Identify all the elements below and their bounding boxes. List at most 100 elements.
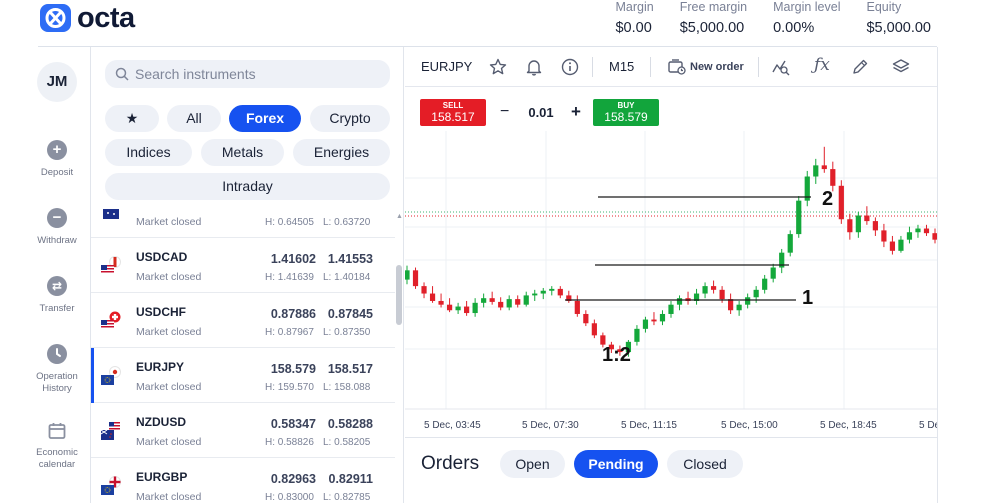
transfer-icon: ⇄ [47,276,67,296]
candle-body [736,304,742,311]
instrument-ask: 0.87845 [327,307,373,321]
chart-symbol[interactable]: EURJPY [421,59,472,74]
candle-body [762,278,768,290]
list-scrollbar[interactable] [396,265,402,325]
flag-usd-chf-icon [101,311,121,330]
octa-logo-icon [40,4,71,32]
orders-panel: Orders Open Pending Closed [405,437,938,503]
flag-usd-cad-icon [101,256,121,275]
instrument-status: Market closed [136,381,202,393]
nav-deposit[interactable]: + Deposit [28,140,86,179]
instrument-low: L: 0.58205 [323,437,371,448]
orders-tab-closed[interactable]: Closed [667,450,743,478]
orders-title: Orders [421,453,480,474]
orders-tab-pending[interactable]: Pending [574,450,658,478]
candle-body [591,323,597,336]
candle-body [676,298,683,305]
filter-forex[interactable]: Forex [229,105,301,132]
flag-eur-gbp-icon [101,476,121,495]
info-icon[interactable] [560,57,580,77]
annotation-ratio: 1:2 [602,344,631,366]
candle-body [472,302,478,314]
nav-withdraw[interactable]: − Withdraw [28,208,86,247]
candle-body [549,288,555,291]
instrument-row-usdchf[interactable]: USDCHF Market closed 0.87886 0.87845 H: … [91,293,395,348]
brand-name: octa [77,2,135,34]
stat-label: Free margin [679,0,748,14]
x-tick-label: 5 Dec, 18:45 [820,420,877,431]
candle-body [659,313,666,322]
timeframe-selector[interactable]: M15 [609,59,634,74]
search-input[interactable] [135,66,375,82]
scroll-up-icon[interactable]: ▲ [396,213,403,220]
nav-economic-calendar[interactable]: Economic calendar [28,422,86,471]
instruments-panel: ★ All Forex Crypto Indices Metals Energi… [90,47,404,503]
candle-body [847,219,853,233]
candle-body [464,306,470,314]
candle-body [523,295,529,305]
candle-body [906,232,913,240]
candle-body [481,298,487,303]
candle-body [821,165,827,170]
filter-metals[interactable]: Metals [201,139,284,166]
candle-body [446,304,453,311]
filter-all[interactable]: All [167,105,221,132]
instrument-bid: 158.579 [270,362,316,376]
candle-body [796,200,802,235]
instrument-status: Market closed [136,326,202,338]
instrument-row-usdcad[interactable]: USDCAD Market closed 1.41602 1.41553 H: … [91,238,395,293]
candle-body [838,185,844,220]
instrument-bid: 1.41602 [270,252,316,266]
stat-free-margin: Free margin $5,000.00 [680,0,747,36]
star-outline-icon[interactable] [488,57,508,77]
instrument-row-nzdusd[interactable]: NZDUSD Market closed 0.58347 0.58288 H: … [91,403,395,458]
stat-value: $5,000.00 [866,20,931,36]
avatar[interactable]: JM [37,62,77,102]
stat-equity: Equity $5,000.00 [866,0,931,36]
favorites-chip[interactable]: ★ [105,105,159,132]
candle-body [872,221,878,231]
left-nav: JM + Deposit − Withdraw ⇄ Transfer Opera… [0,47,90,503]
nav-transfer[interactable]: ⇄ Transfer [28,276,86,315]
search-box[interactable] [105,60,390,88]
instrument-list: Market closed H: 0.64505 L: 0.63720 USDC… [91,205,395,503]
candle-body [532,293,538,296]
nav-label: Deposit [40,167,74,178]
nav-label: Operation History [36,371,78,394]
function-icon[interactable]: ƒx [814,55,830,75]
bell-icon[interactable] [524,57,544,77]
candle-body [421,286,427,294]
app-root: octa Margin $0.00 Free margin $5,000.00 … [0,0,993,503]
x-tick-label: 5 Dec, 03:45 [424,420,481,431]
orders-tab-open[interactable]: Open [500,450,565,478]
selection-indicator [91,348,94,403]
stat-margin-level: Margin level 0.00% [773,0,840,36]
minus-circle-icon: − [47,208,67,228]
instrument-ask: 158.517 [327,362,373,376]
toolbar-separator [650,57,651,77]
new-order-icon[interactable] [667,57,687,77]
instrument-low: L: 0.87350 [323,327,371,338]
pencil-icon[interactable] [850,57,870,77]
nav-operation-history[interactable]: Operation History [28,344,86,395]
instrument-symbol: EURGBP [136,470,188,484]
instrument-row[interactable]: Market closed H: 0.64505 L: 0.63720 [91,205,395,238]
filter-crypto[interactable]: Crypto [310,105,390,132]
layers-icon[interactable] [891,57,911,77]
instrument-row-eurjpy[interactable]: EURJPY Market closed 158.579 158.517 H: … [91,348,395,403]
indicators-icon[interactable] [771,57,791,77]
price-chart[interactable]: 2 1 1:2 5 Dec, 03:45 5 Dec, 07:30 5 Dec, 11:1… [405,87,938,437]
instrument-row-eurgbp[interactable]: EURGBP Market closed 0.82963 0.82911 H: … [91,458,395,503]
brand-logo[interactable]: octa [40,2,135,34]
clock-icon [47,344,67,364]
filter-indices[interactable]: Indices [105,139,192,166]
instrument-low: L: 1.40184 [323,272,371,283]
filter-intraday[interactable]: Intraday [105,173,390,200]
instrument-symbol: EURJPY [136,360,185,374]
nav-label: Withdraw [37,235,77,246]
stat-label: Equity [866,0,902,14]
new-order-button[interactable]: New order [690,61,744,73]
toolbar-separator [592,57,593,77]
filter-energies[interactable]: Energies [293,139,390,166]
instrument-bid: 0.58347 [270,417,316,431]
